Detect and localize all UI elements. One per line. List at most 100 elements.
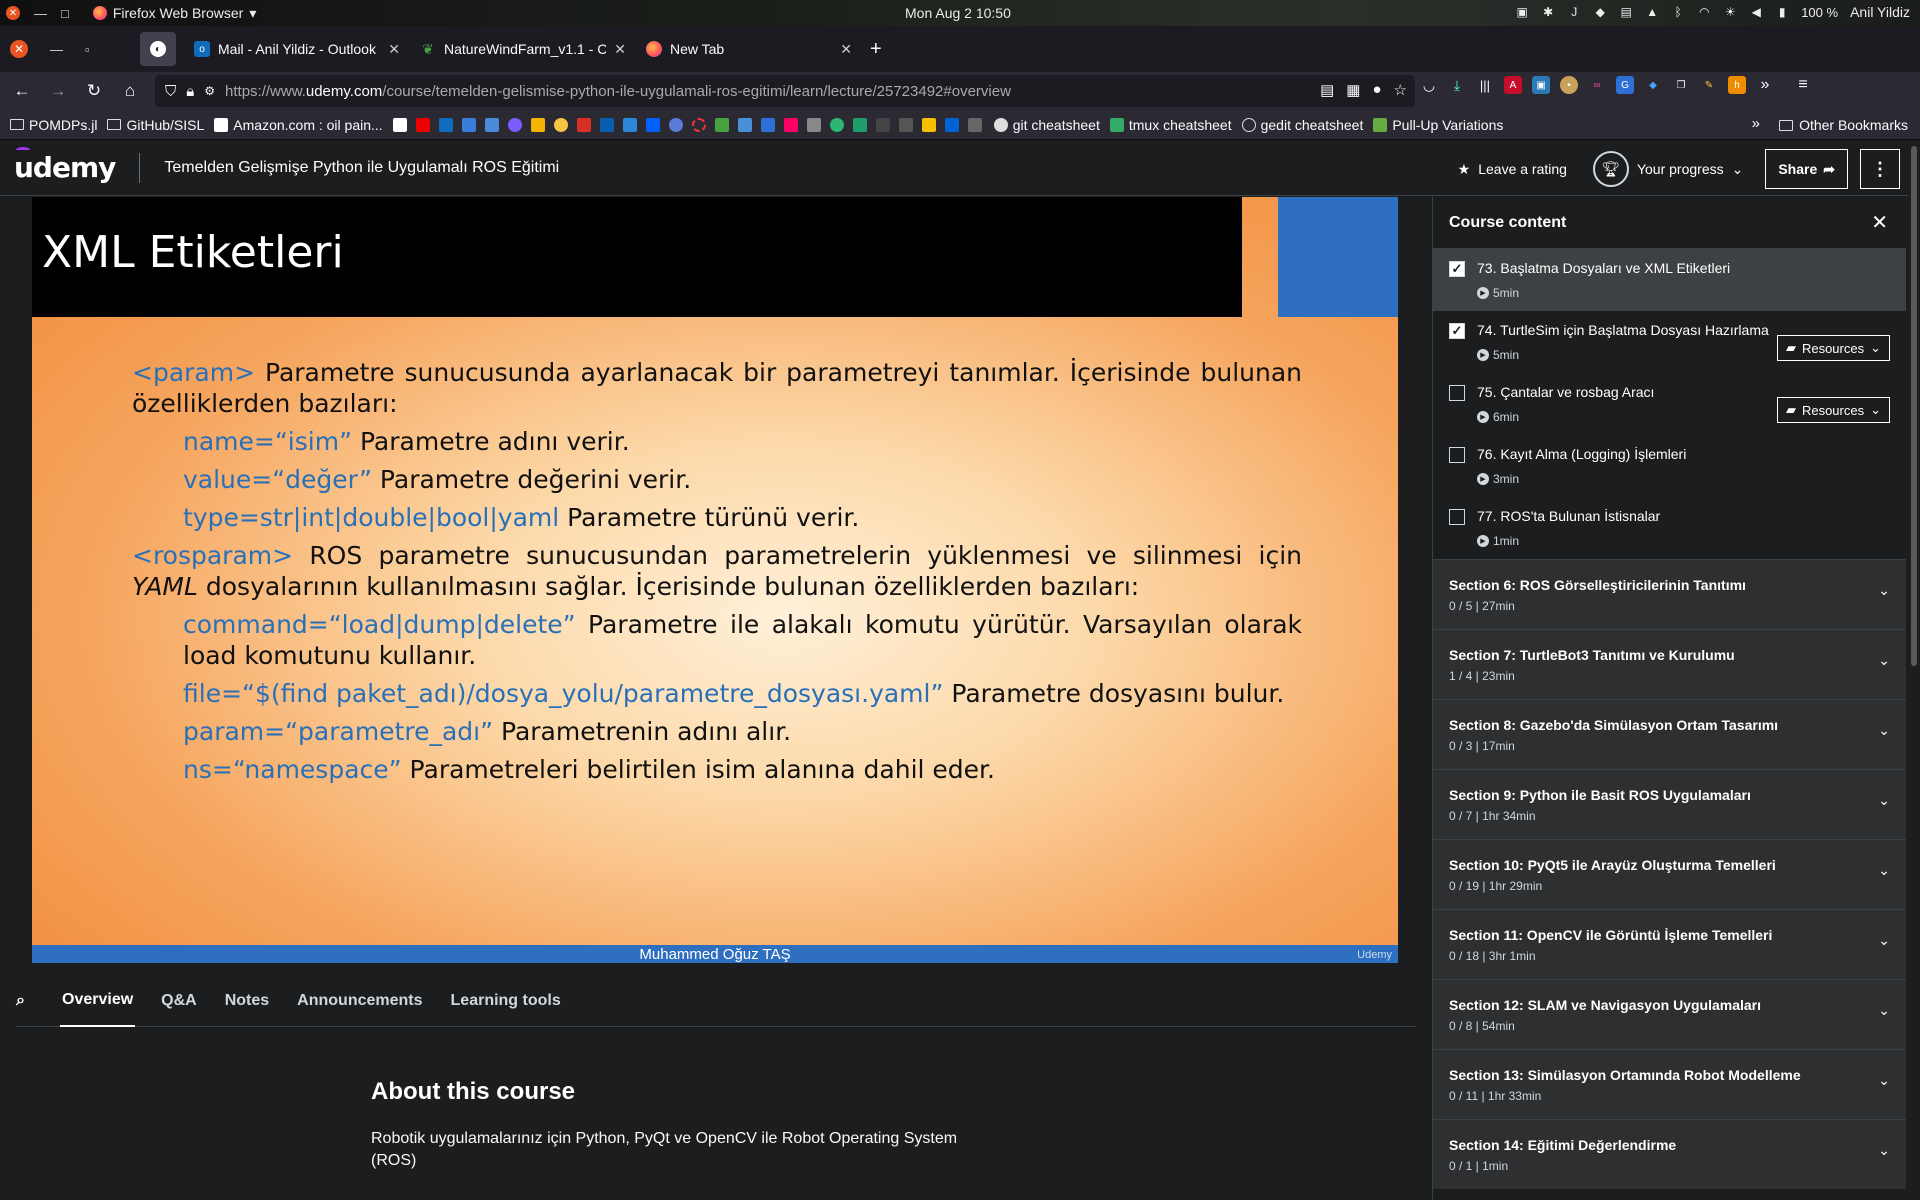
section-item[interactable]: Section 9: Python ile Basit ROS Uygulama…: [1433, 769, 1906, 839]
tab-close-icon[interactable]: ✕: [840, 41, 852, 58]
section-item[interactable]: Section 12: SLAM ve Navigasyon Uygulamal…: [1433, 979, 1906, 1049]
orange-extension-icon[interactable]: h: [1728, 76, 1746, 94]
tray-j-icon[interactable]: J: [1567, 5, 1581, 19]
brightness-icon[interactable]: ☀: [1723, 5, 1737, 19]
video-player[interactable]: XML Etiketleri <param> Parametre sunucus…: [0, 197, 1432, 965]
leaf-icon[interactable]: [714, 117, 729, 132]
your-progress-button[interactable]: 🏆︎ Your progress ⌄: [1592, 151, 1743, 187]
tab-overview[interactable]: Overview: [60, 975, 136, 1027]
tab-qa[interactable]: Q&A: [159, 975, 199, 1027]
lesson-item[interactable]: 77. ROS'ta Bulunan İstisnalar ▶ 1min: [1433, 497, 1906, 559]
lesson-checkbox[interactable]: [1449, 385, 1465, 401]
section-item[interactable]: Section 6: ROS Görselleştiricilerinin Ta…: [1433, 559, 1906, 629]
reload-icon[interactable]: ↻: [78, 75, 110, 107]
window-close-icon[interactable]: ✕: [10, 40, 28, 58]
tab-overleaf[interactable]: ❦ NatureWindFarm_v1.1 - C ✕: [410, 32, 636, 66]
messenger-icon[interactable]: [507, 117, 522, 132]
os-maximize-icon[interactable]: □: [61, 6, 69, 21]
dots-icon[interactable]: [898, 117, 913, 132]
pdf-icon[interactable]: [875, 117, 890, 132]
bookmark-amazon[interactable]: Amazon.com : oil pain...: [214, 117, 383, 133]
lesson-checkbox[interactable]: [1449, 447, 1465, 463]
d-icon[interactable]: [852, 117, 867, 132]
tab-learning-tools[interactable]: Learning tools: [449, 975, 563, 1027]
home-icon[interactable]: ⌂: [114, 75, 146, 107]
bookmark-folder-pomdps[interactable]: POMDPs.jl: [10, 117, 97, 133]
adblock-icon[interactable]: A: [1504, 76, 1522, 94]
graduation-icon[interactable]: [484, 117, 499, 132]
grammar-icon[interactable]: G: [1616, 76, 1634, 94]
shield-extension-icon[interactable]: ◆: [1644, 76, 1662, 94]
s-icon[interactable]: [829, 117, 844, 132]
tree-icon[interactable]: [967, 117, 982, 132]
bookmarks-overflow-icon[interactable]: »: [1752, 115, 1760, 132]
url-text[interactable]: https://www.udemy.com/course/temelden-ge…: [225, 83, 1011, 100]
lesson-checkbox[interactable]: [1449, 509, 1465, 525]
outlook-icon[interactable]: [438, 117, 453, 132]
bookmark-git-cheatsheet[interactable]: git cheatsheet: [993, 117, 1100, 133]
udemy-logo[interactable]: udemy: [14, 147, 116, 184]
dollar-icon[interactable]: [921, 117, 936, 132]
window-minimize-icon[interactable]: —: [50, 42, 63, 57]
lesson-item[interactable]: 75. Çantalar ve rosbag Aracı ▶ 6min ▰ Reso…: [1433, 373, 1906, 435]
resources-button[interactable]: ▰ Resources ⌄: [1776, 397, 1890, 423]
new-tab-button[interactable]: +: [870, 38, 882, 61]
resources-button[interactable]: ▰ Resources ⌄: [1776, 335, 1890, 361]
bluetooth-icon[interactable]: ᛒ: [1671, 5, 1685, 19]
lesson-item[interactable]: 76. Kayıt Alma (Logging) İşlemleri ▶ 3min: [1433, 435, 1906, 497]
box-icon[interactable]: [944, 117, 959, 132]
section-item[interactable]: Section 13: Simülasyon Ortamında Robot M…: [1433, 1049, 1906, 1119]
os-close-icon[interactable]: ✕: [6, 6, 20, 20]
share-button[interactable]: Share ➦: [1765, 149, 1848, 189]
other-bookmarks[interactable]: Other Bookmarks: [1779, 117, 1908, 133]
leave-rating-button[interactable]: ★ Leave a rating: [1458, 161, 1567, 178]
page-scrollbar[interactable]: [1908, 140, 1920, 1200]
os-clock[interactable]: Mon Aug 2 10:50: [905, 5, 1011, 21]
tab-announcements[interactable]: Announcements: [295, 975, 424, 1027]
extension-dot-icon[interactable]: ●: [1372, 81, 1381, 99]
os-user-name[interactable]: Anil Yildiz: [1850, 4, 1910, 20]
page-scrollbar-thumb[interactable]: [1911, 146, 1917, 666]
pinned-tab-udemy[interactable]: ◐: [140, 32, 176, 66]
wifi-icon[interactable]: ◠: [1697, 5, 1711, 19]
gmail-icon[interactable]: [576, 117, 591, 132]
smiley-icon[interactable]: [553, 117, 568, 132]
lesson-item[interactable]: ✓ 74. TurtleSim için Başlatma Dosyası Ha…: [1433, 311, 1906, 373]
bookmark-icon-1[interactable]: [392, 117, 407, 132]
grid-icon[interactable]: [783, 117, 798, 132]
forward-icon[interactable]: →: [42, 75, 74, 107]
pocket-icon[interactable]: ◡: [1420, 76, 1438, 94]
glasses-icon[interactable]: ∞: [1588, 76, 1606, 94]
section-item[interactable]: Section 11: OpenCV ile Görüntü İşleme Te…: [1433, 909, 1906, 979]
tab-notes[interactable]: Notes: [223, 975, 271, 1027]
circle-g-icon[interactable]: [668, 117, 683, 132]
section-item[interactable]: Section 7: TurtleBot3 Tanıtımı ve Kurulu…: [1433, 629, 1906, 699]
downloads-icon[interactable]: ⤓: [1448, 76, 1466, 94]
battery-icon[interactable]: ▮: [1775, 5, 1789, 19]
cookie-icon[interactable]: •: [1560, 76, 1578, 94]
dropbox-icon[interactable]: [645, 117, 660, 132]
overflow-chevron-icon[interactable]: »: [1756, 76, 1774, 94]
library-icon[interactable]: |||: [1476, 76, 1494, 94]
lesson-checkbox[interactable]: ✓: [1449, 261, 1465, 277]
calendar-icon[interactable]: [461, 117, 476, 132]
tab-new[interactable]: New Tab ✕: [636, 32, 862, 66]
pen-extension-icon[interactable]: ✎: [1700, 76, 1718, 94]
course-title[interactable]: Temelden Gelişmişe Python ile Uygulamalı…: [164, 159, 559, 177]
search-icon[interactable]: ⌕: [16, 992, 36, 1010]
app-menu-icon[interactable]: ≡: [1794, 76, 1812, 94]
tray-warning-icon[interactable]: ▲: [1645, 5, 1659, 19]
section-item[interactable]: Section 10: PyQt5 ile Arayüz Oluşturma T…: [1433, 839, 1906, 909]
bookmark-gedit-cheatsheet[interactable]: gedit cheatsheet: [1241, 117, 1363, 133]
os-app-menu[interactable]: Firefox Web Browser ▾: [92, 5, 256, 22]
lesson-checkbox[interactable]: ✓: [1449, 323, 1465, 339]
outlook-icon[interactable]: [599, 117, 614, 132]
section-item[interactable]: Section 8: Gazebo'da Simülasyon Ortam Ta…: [1433, 699, 1906, 769]
volume-icon[interactable]: ◀: [1749, 5, 1763, 19]
tray-app-icon[interactable]: ▣: [1515, 5, 1529, 19]
os-minimize-icon[interactable]: —: [34, 6, 47, 21]
tray-chat-icon[interactable]: ▤: [1619, 5, 1633, 19]
window-restore-icon[interactable]: ▫: [85, 42, 90, 57]
url-bar[interactable]: ⛉ 🔒︎ ⚙ https://www.udemy.com/course/teme…: [155, 75, 1415, 107]
tab-close-icon[interactable]: ✕: [388, 41, 400, 58]
